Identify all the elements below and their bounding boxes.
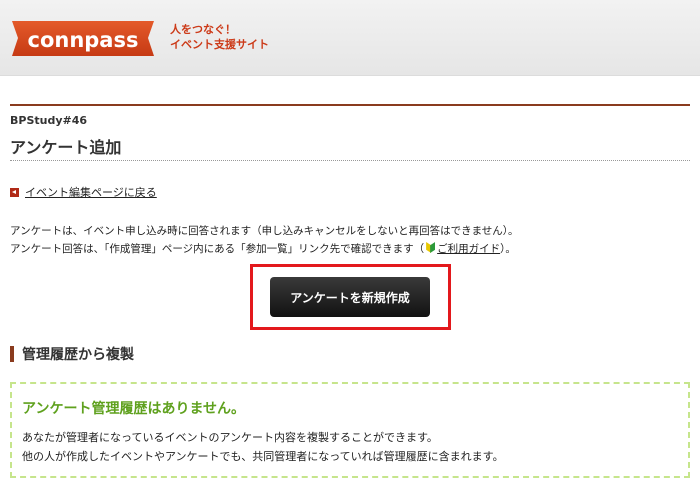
connpass-logo[interactable]: connpass	[8, 15, 158, 62]
beginner-mark-icon	[426, 242, 436, 253]
description-line2-suffix: ）。	[500, 243, 516, 255]
history-empty-title: アンケート管理履歴はありません。	[22, 401, 246, 417]
tagline-line2: イベント支援サイト	[170, 38, 269, 51]
back-arrow-icon	[10, 187, 19, 197]
site-header: connpass 人をつなぐ！ イベント支援サイト	[0, 0, 700, 76]
history-section-title: 管理履歴から複製	[22, 347, 134, 363]
description: アンケートは、イベント申し込み時に回答されます（申し込みキャンセルをしないと再回…	[10, 222, 519, 258]
back-to-event-edit: イベント編集ページに戻る	[10, 184, 157, 200]
description-line2: アンケート回答は、「作成管理」ページ内にある「参加一覧」リンク先で確認できます（…	[10, 240, 519, 258]
description-line2-prefix: アンケート回答は、「作成管理」ページ内にある「参加一覧」リンク先で確認できます（	[10, 243, 425, 255]
title-divider	[10, 160, 690, 161]
site-tagline: 人をつなぐ！ イベント支援サイト	[170, 22, 269, 52]
description-line1: アンケートは、イベント申し込み時に回答されます（申し込みキャンセルをしないと再回…	[10, 225, 519, 237]
history-empty-text-line1: あなたが管理者になっているイベントのアンケート内容を複製することができます。	[22, 431, 438, 444]
tagline-line1: 人をつなぐ！	[170, 23, 236, 36]
guide-link[interactable]: ご利用ガイド	[437, 243, 500, 255]
logo-icon: connpass	[12, 21, 154, 56]
back-link[interactable]: イベント編集ページに戻る	[25, 184, 157, 200]
section-bar	[10, 346, 14, 362]
history-empty-text: あなたが管理者になっているイベントのアンケート内容を複製することができます。 他…	[22, 428, 504, 466]
history-empty-text-line2: 他の人が作成したイベントやアンケートでも、共同管理者になっていれば管理履歴に含ま…	[22, 450, 504, 463]
logo-text: connpass	[28, 28, 139, 52]
history-empty-box: アンケート管理履歴はありません。 あなたが管理者になっているイベントのアンケート…	[10, 382, 690, 478]
event-name: BPStudy#46	[10, 114, 88, 127]
create-survey-button[interactable]: アンケートを新規作成	[270, 277, 430, 317]
title-top-divider	[10, 104, 690, 106]
history-section-heading: 管理履歴から複製	[10, 344, 134, 364]
page-title: アンケート追加	[10, 138, 122, 157]
